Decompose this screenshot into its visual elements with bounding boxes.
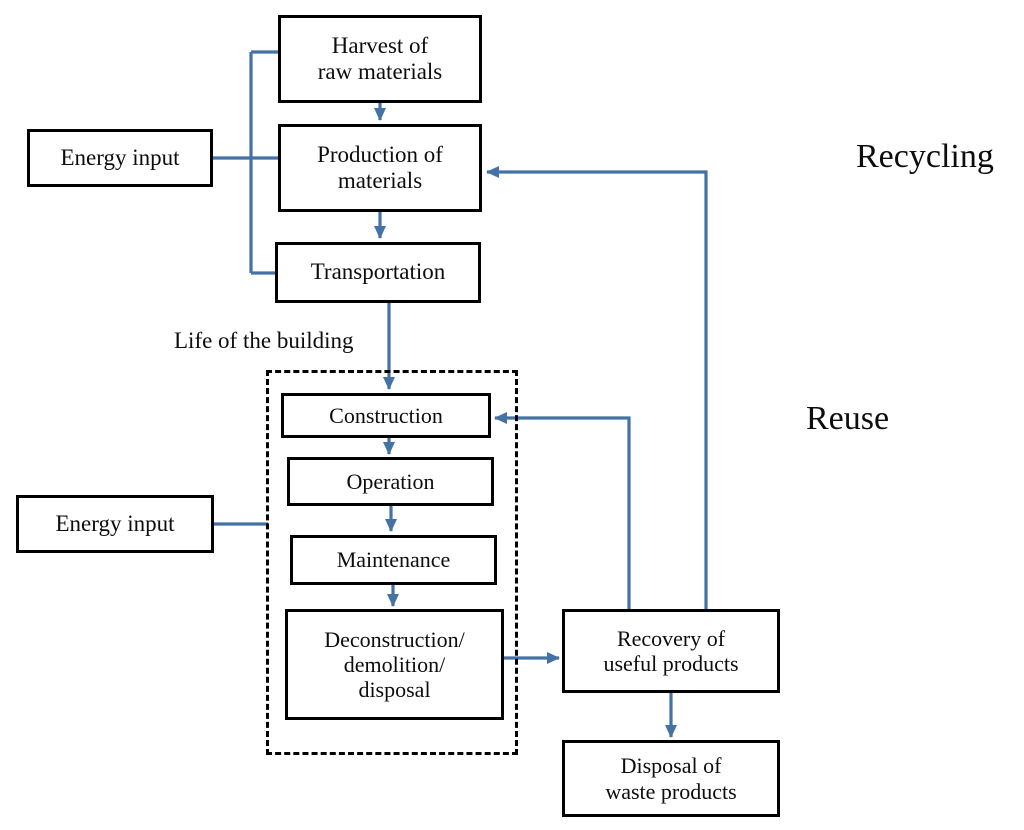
- node-deconstruction[interactable]: Deconstruction/ demolition/ disposal: [285, 609, 504, 720]
- node-operation[interactable]: Operation: [287, 457, 494, 506]
- node-energy-input-bottom[interactable]: Energy input: [16, 495, 214, 553]
- node-construction[interactable]: Construction: [281, 393, 491, 438]
- node-disposal[interactable]: Disposal of waste products: [562, 740, 780, 817]
- node-production[interactable]: Production of materials: [278, 124, 482, 212]
- node-transportation[interactable]: Transportation: [275, 242, 481, 303]
- node-harvest[interactable]: Harvest of raw materials: [278, 15, 482, 103]
- node-energy-input-top[interactable]: Energy input: [27, 129, 213, 187]
- node-maintenance[interactable]: Maintenance: [290, 535, 497, 585]
- node-recovery[interactable]: Recovery of useful products: [562, 609, 780, 693]
- label-recycling: Recycling: [856, 138, 994, 175]
- label-life-of-the-building: Life of the building: [174, 328, 354, 353]
- flowchart-diagram: Harvest of raw materials Production of m…: [0, 0, 1024, 830]
- connector-recovery-to-production-recycling: [486, 166, 708, 609]
- label-reuse: Reuse: [806, 400, 890, 437]
